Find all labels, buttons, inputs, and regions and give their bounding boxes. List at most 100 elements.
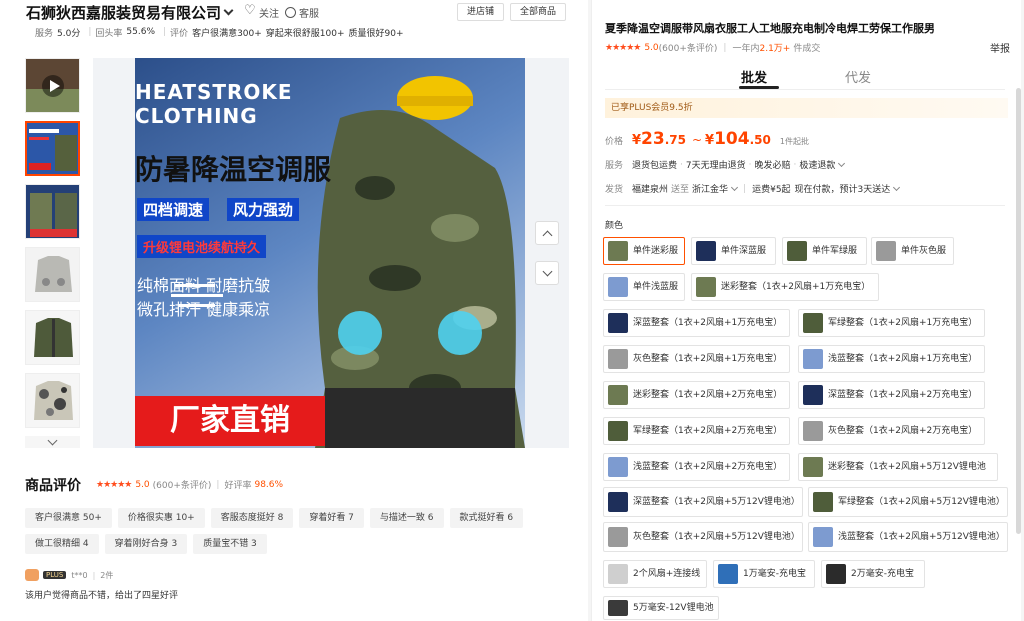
option-4[interactable]: 单件浅蓝服 (603, 273, 685, 301)
service-item: 晚发必赔 (754, 161, 791, 171)
option-label: 军绿整套（1衣+2风扇+5万12V锂电池） (838, 497, 1005, 507)
banner-en2: CLOTHING (135, 104, 258, 128)
service-button[interactable]: 客服 (285, 5, 319, 20)
chevron-down-icon[interactable] (893, 183, 901, 191)
swatch (608, 241, 628, 261)
image-next-button[interactable] (535, 261, 559, 285)
option-20[interactable]: 2个风扇+连接线 (603, 560, 707, 588)
option-23[interactable]: 5万毫安-12V锂电池 (603, 596, 719, 620)
all-products-button[interactable]: 全部商品 (509, 3, 566, 21)
option-1[interactable]: 单件深蓝服 (691, 237, 776, 265)
option-3[interactable]: 单件灰色服 (871, 237, 954, 265)
ship-to-word: 送至 (671, 185, 690, 195)
swatch (696, 277, 716, 297)
swatch (826, 564, 846, 584)
service-score-label: 服务 (35, 28, 54, 39)
option-label: 浅蓝整套（1衣+2风扇+5万12V锂电池） (838, 532, 1005, 542)
tab-wholesale[interactable]: 批发 (741, 67, 767, 86)
price-high-int: 104 (714, 129, 750, 149)
service-score: 5.0分 (57, 28, 81, 39)
option-0[interactable]: 单件迷彩服 (603, 237, 685, 265)
option-13[interactable]: 灰色整套（1衣+2风扇+2万充电宝） (798, 417, 985, 445)
review-tag[interactable]: 与描述一致 6 (369, 508, 444, 528)
option-10[interactable]: 迷彩整套（1衣+2风扇+2万充电宝） (603, 381, 790, 409)
thumbnail-scroll-down[interactable] (25, 436, 80, 448)
review-label: 评价 (170, 28, 189, 39)
option-15[interactable]: 迷彩整套（1衣+2风扇+5万12V锂电池 (798, 453, 998, 481)
badge-battery: 升级锂电池续航持久 (137, 235, 267, 258)
review-tag[interactable]: 做工很精细 4 (25, 534, 99, 554)
review-tag[interactable]: 客户很满意 50+ (25, 508, 112, 528)
star-rating-icon: ★★★★★ (96, 479, 132, 490)
thumb-blue-icon[interactable] (25, 121, 80, 176)
video-thumb-icon[interactable] (25, 58, 80, 113)
main-product-image[interactable]: HEATSTROKE CLOTHING 防暑降温空调服 四档调速 风力强劲 升级… (135, 58, 525, 448)
option-7[interactable]: 军绿整套（1衣+2风扇+1万充电宝） (798, 309, 985, 337)
product-title: 夏季降温空调服带风扇衣服工人工地服充电制冷电焊工劳保工作服男 (605, 22, 935, 35)
ship-to[interactable]: 浙江金华 (692, 182, 728, 195)
sales-count: 2.1万+ (759, 44, 791, 54)
product-review-count[interactable]: (600+条评价) (659, 41, 718, 54)
scrollbar[interactable] (1016, 88, 1021, 534)
service-row-label: 服务 (605, 161, 624, 171)
chat-icon (285, 6, 297, 18)
thumb-camo2-icon[interactable] (25, 373, 80, 428)
option-16[interactable]: 深蓝整套（1衣+2风扇+5万12V锂电池） (603, 487, 803, 517)
image-prev-button[interactable] (535, 221, 559, 245)
review-tag[interactable]: 质量宝不错 3 (193, 534, 267, 554)
shop-name[interactable]: 石狮狄西嘉服装贸易有限公司 (26, 2, 221, 23)
swatch (608, 527, 628, 547)
option-11[interactable]: 深蓝整套（1衣+2风扇+2万充电宝） (798, 381, 985, 409)
option-18[interactable]: 灰色整套（1衣+2风扇+5万12V锂电池） (603, 522, 803, 552)
option-19[interactable]: 浅蓝整套（1衣+2风扇+5万12V锂电池） (808, 522, 1008, 552)
thumb-green-icon[interactable] (25, 310, 80, 365)
chevron-down-icon[interactable] (731, 183, 739, 191)
left-panel: 石狮狄西嘉服装贸易有限公司 关注 客服 进店铺 全部商品 服务 5.0分 | 回… (0, 0, 588, 621)
option-label: 深蓝整套（1衣+2风扇+2万充电宝） (828, 390, 978, 400)
service-row[interactable]: 服务 退货包运费 · 7天无理由退货 · 晚发必赔 · 极速退款 (605, 158, 848, 171)
option-22[interactable]: 2万毫安-充电宝 (821, 560, 925, 588)
option-label: 2万毫安-充电宝 (851, 569, 914, 579)
service-item: 极速退款 (799, 161, 836, 171)
option-6[interactable]: 深蓝整套（1衣+2风扇+1万充电宝） (603, 309, 790, 337)
tab-dropship[interactable]: 代发 (845, 67, 871, 86)
thumb-camo-icon[interactable] (25, 184, 80, 239)
product-rating-row: ★★★★★ 5.0 (600+条评价) | 一年内 2.1万+ 件成交 举报 (605, 40, 1010, 56)
review-tag[interactable]: 价格很实惠 10+ (117, 508, 205, 528)
review-tag[interactable]: 穿着好看 7 (299, 508, 364, 528)
swatch (608, 600, 628, 616)
option-14[interactable]: 浅蓝整套（1衣+2风扇+2万充电宝） (603, 453, 790, 481)
follow-button[interactable]: 关注 (244, 3, 279, 20)
feature-cotton: 纯棉面料 耐磨抗皱 (137, 276, 271, 295)
rating-tag: 质量很好90+ (348, 28, 404, 39)
option-5[interactable]: 迷彩整套（1衣+2风扇+1万充电宝） (691, 273, 879, 301)
swatch (608, 421, 628, 441)
option-21[interactable]: 1万毫安-充电宝 (713, 560, 815, 588)
review-user: PLUS t**0 | 2件 (25, 569, 113, 581)
service-item: 7天无理由退货 (685, 161, 746, 171)
option-12[interactable]: 军绿整套（1衣+2风扇+2万充电宝） (603, 417, 790, 445)
price-high-dec: .50 (749, 133, 771, 147)
banner-en1: HEATSTROKE (135, 80, 293, 104)
option-2[interactable]: 单件军绿服 (782, 237, 867, 265)
report-link[interactable]: 举报 (990, 40, 1010, 55)
review-tag[interactable]: 穿着刚好合身 3 (104, 534, 188, 554)
review-tag[interactable]: 款式挺好看 6 (449, 508, 524, 528)
sales-prefix: 一年内 (732, 44, 760, 54)
option-9[interactable]: 浅蓝整套（1衣+2风扇+1万充电宝） (798, 345, 985, 373)
option-17[interactable]: 军绿整套（1衣+2风扇+5万12V锂电池） (808, 487, 1008, 517)
active-tab-indicator (739, 86, 779, 89)
option-8[interactable]: 灰色整套（1衣+2风扇+1万充电宝） (603, 345, 790, 373)
option-label: 2个风扇+连接线 (633, 569, 701, 579)
enter-store-button[interactable]: 进店铺 (456, 3, 504, 21)
option-label: 深蓝整套（1衣+2风扇+1万充电宝） (633, 318, 783, 328)
review-tag[interactable]: 客服态度挺好 8 (210, 508, 294, 528)
chevron-down-icon[interactable] (223, 5, 234, 15)
price-low-int: 23 (641, 129, 665, 149)
repeat-label: 回头率 (95, 28, 123, 39)
chevron-down-icon[interactable] (838, 159, 846, 167)
plus-discount-bar: 已享PLUS会员9.5折 (605, 98, 1008, 118)
good-rate: 98.6% (254, 479, 284, 490)
option-label: 单件灰色服 (901, 246, 947, 256)
thumb-grey-icon[interactable] (25, 247, 80, 302)
